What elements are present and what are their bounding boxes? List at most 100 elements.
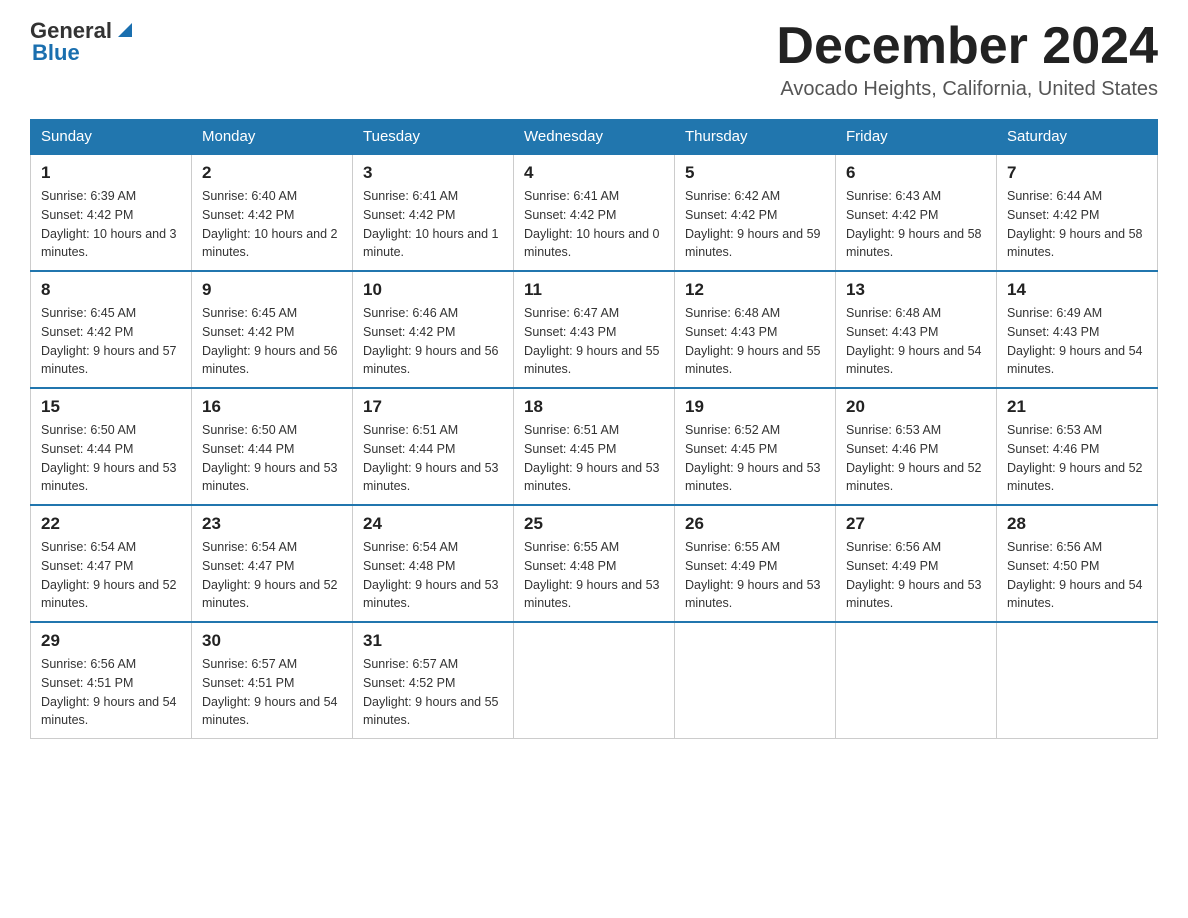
day-info: Sunrise: 6:51 AM Sunset: 4:45 PM Dayligh… — [524, 421, 664, 496]
calendar-cell: 12 Sunrise: 6:48 AM Sunset: 4:43 PM Dayl… — [675, 271, 836, 388]
day-number: 31 — [363, 631, 503, 651]
calendar-cell: 3 Sunrise: 6:41 AM Sunset: 4:42 PM Dayli… — [353, 154, 514, 271]
calendar-table: Sunday Monday Tuesday Wednesday Thursday… — [30, 119, 1158, 739]
calendar-cell: 16 Sunrise: 6:50 AM Sunset: 4:44 PM Dayl… — [192, 388, 353, 505]
logo-triangle-icon — [114, 19, 136, 41]
day-info: Sunrise: 6:50 AM Sunset: 4:44 PM Dayligh… — [202, 421, 342, 496]
calendar-cell: 2 Sunrise: 6:40 AM Sunset: 4:42 PM Dayli… — [192, 154, 353, 271]
day-number: 5 — [685, 163, 825, 183]
calendar-cell: 18 Sunrise: 6:51 AM Sunset: 4:45 PM Dayl… — [514, 388, 675, 505]
calendar-cell: 27 Sunrise: 6:56 AM Sunset: 4:49 PM Dayl… — [836, 505, 997, 622]
day-info: Sunrise: 6:41 AM Sunset: 4:42 PM Dayligh… — [524, 187, 664, 262]
day-info: Sunrise: 6:57 AM Sunset: 4:51 PM Dayligh… — [202, 655, 342, 730]
calendar-cell: 24 Sunrise: 6:54 AM Sunset: 4:48 PM Dayl… — [353, 505, 514, 622]
day-number: 19 — [685, 397, 825, 417]
calendar-cell: 29 Sunrise: 6:56 AM Sunset: 4:51 PM Dayl… — [31, 622, 192, 739]
location: Avocado Heights, California, United Stat… — [776, 78, 1158, 101]
col-saturday: Saturday — [997, 120, 1158, 155]
logo-blue-text: Blue — [32, 42, 136, 64]
day-info: Sunrise: 6:54 AM Sunset: 4:47 PM Dayligh… — [202, 538, 342, 613]
calendar-week-row: 1 Sunrise: 6:39 AM Sunset: 4:42 PM Dayli… — [31, 154, 1158, 271]
day-info: Sunrise: 6:45 AM Sunset: 4:42 PM Dayligh… — [41, 304, 181, 379]
calendar-cell: 31 Sunrise: 6:57 AM Sunset: 4:52 PM Dayl… — [353, 622, 514, 739]
calendar-cell: 7 Sunrise: 6:44 AM Sunset: 4:42 PM Dayli… — [997, 154, 1158, 271]
day-info: Sunrise: 6:57 AM Sunset: 4:52 PM Dayligh… — [363, 655, 503, 730]
calendar-cell: 1 Sunrise: 6:39 AM Sunset: 4:42 PM Dayli… — [31, 154, 192, 271]
day-info: Sunrise: 6:49 AM Sunset: 4:43 PM Dayligh… — [1007, 304, 1147, 379]
calendar-cell: 9 Sunrise: 6:45 AM Sunset: 4:42 PM Dayli… — [192, 271, 353, 388]
day-number: 17 — [363, 397, 503, 417]
day-info: Sunrise: 6:56 AM Sunset: 4:49 PM Dayligh… — [846, 538, 986, 613]
month-title: December 2024 — [776, 20, 1158, 72]
day-info: Sunrise: 6:56 AM Sunset: 4:51 PM Dayligh… — [41, 655, 181, 730]
day-number: 8 — [41, 280, 181, 300]
calendar-cell: 17 Sunrise: 6:51 AM Sunset: 4:44 PM Dayl… — [353, 388, 514, 505]
day-number: 16 — [202, 397, 342, 417]
day-info: Sunrise: 6:52 AM Sunset: 4:45 PM Dayligh… — [685, 421, 825, 496]
calendar-cell: 10 Sunrise: 6:46 AM Sunset: 4:42 PM Dayl… — [353, 271, 514, 388]
calendar-week-row: 15 Sunrise: 6:50 AM Sunset: 4:44 PM Dayl… — [31, 388, 1158, 505]
day-number: 1 — [41, 163, 181, 183]
col-thursday: Thursday — [675, 120, 836, 155]
day-info: Sunrise: 6:41 AM Sunset: 4:42 PM Dayligh… — [363, 187, 503, 262]
calendar-cell: 28 Sunrise: 6:56 AM Sunset: 4:50 PM Dayl… — [997, 505, 1158, 622]
day-number: 30 — [202, 631, 342, 651]
day-number: 11 — [524, 280, 664, 300]
calendar-cell — [836, 622, 997, 739]
day-number: 12 — [685, 280, 825, 300]
day-info: Sunrise: 6:39 AM Sunset: 4:42 PM Dayligh… — [41, 187, 181, 262]
day-info: Sunrise: 6:46 AM Sunset: 4:42 PM Dayligh… — [363, 304, 503, 379]
calendar-cell: 13 Sunrise: 6:48 AM Sunset: 4:43 PM Dayl… — [836, 271, 997, 388]
day-number: 15 — [41, 397, 181, 417]
calendar-cell: 25 Sunrise: 6:55 AM Sunset: 4:48 PM Dayl… — [514, 505, 675, 622]
col-wednesday: Wednesday — [514, 120, 675, 155]
day-number: 28 — [1007, 514, 1147, 534]
day-number: 13 — [846, 280, 986, 300]
day-number: 24 — [363, 514, 503, 534]
day-number: 25 — [524, 514, 664, 534]
day-info: Sunrise: 6:54 AM Sunset: 4:48 PM Dayligh… — [363, 538, 503, 613]
day-number: 20 — [846, 397, 986, 417]
day-number: 14 — [1007, 280, 1147, 300]
day-info: Sunrise: 6:53 AM Sunset: 4:46 PM Dayligh… — [846, 421, 986, 496]
day-number: 10 — [363, 280, 503, 300]
day-number: 3 — [363, 163, 503, 183]
calendar-cell: 26 Sunrise: 6:55 AM Sunset: 4:49 PM Dayl… — [675, 505, 836, 622]
day-info: Sunrise: 6:47 AM Sunset: 4:43 PM Dayligh… — [524, 304, 664, 379]
col-tuesday: Tuesday — [353, 120, 514, 155]
col-monday: Monday — [192, 120, 353, 155]
day-info: Sunrise: 6:42 AM Sunset: 4:42 PM Dayligh… — [685, 187, 825, 262]
day-info: Sunrise: 6:51 AM Sunset: 4:44 PM Dayligh… — [363, 421, 503, 496]
col-friday: Friday — [836, 120, 997, 155]
day-info: Sunrise: 6:50 AM Sunset: 4:44 PM Dayligh… — [41, 421, 181, 496]
calendar-cell: 8 Sunrise: 6:45 AM Sunset: 4:42 PM Dayli… — [31, 271, 192, 388]
day-number: 2 — [202, 163, 342, 183]
day-number: 27 — [846, 514, 986, 534]
logo-general-text: General — [30, 20, 112, 42]
calendar-cell: 20 Sunrise: 6:53 AM Sunset: 4:46 PM Dayl… — [836, 388, 997, 505]
day-number: 23 — [202, 514, 342, 534]
calendar-week-row: 29 Sunrise: 6:56 AM Sunset: 4:51 PM Dayl… — [31, 622, 1158, 739]
day-number: 9 — [202, 280, 342, 300]
day-info: Sunrise: 6:55 AM Sunset: 4:48 PM Dayligh… — [524, 538, 664, 613]
day-number: 22 — [41, 514, 181, 534]
calendar-week-row: 8 Sunrise: 6:45 AM Sunset: 4:42 PM Dayli… — [31, 271, 1158, 388]
calendar-cell — [514, 622, 675, 739]
calendar-cell — [997, 622, 1158, 739]
day-info: Sunrise: 6:45 AM Sunset: 4:42 PM Dayligh… — [202, 304, 342, 379]
day-info: Sunrise: 6:40 AM Sunset: 4:42 PM Dayligh… — [202, 187, 342, 262]
calendar-cell: 6 Sunrise: 6:43 AM Sunset: 4:42 PM Dayli… — [836, 154, 997, 271]
calendar-cell: 15 Sunrise: 6:50 AM Sunset: 4:44 PM Dayl… — [31, 388, 192, 505]
day-info: Sunrise: 6:56 AM Sunset: 4:50 PM Dayligh… — [1007, 538, 1147, 613]
calendar-cell — [675, 622, 836, 739]
day-number: 26 — [685, 514, 825, 534]
calendar-cell: 5 Sunrise: 6:42 AM Sunset: 4:42 PM Dayli… — [675, 154, 836, 271]
day-number: 29 — [41, 631, 181, 651]
logo: General Blue — [30, 20, 136, 64]
col-sunday: Sunday — [31, 120, 192, 155]
calendar-cell: 11 Sunrise: 6:47 AM Sunset: 4:43 PM Dayl… — [514, 271, 675, 388]
day-number: 4 — [524, 163, 664, 183]
day-info: Sunrise: 6:48 AM Sunset: 4:43 PM Dayligh… — [846, 304, 986, 379]
calendar-cell: 30 Sunrise: 6:57 AM Sunset: 4:51 PM Dayl… — [192, 622, 353, 739]
header: General Blue December 2024 Avocado Heigh… — [30, 20, 1158, 101]
